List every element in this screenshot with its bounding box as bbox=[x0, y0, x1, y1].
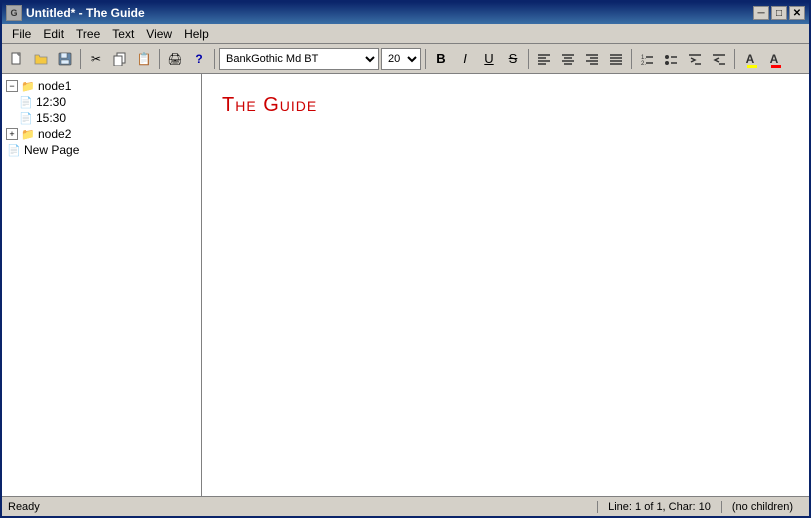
menu-edit[interactable]: Edit bbox=[37, 25, 70, 43]
status-ready: Ready bbox=[8, 501, 597, 513]
svg-text:2.: 2. bbox=[641, 61, 646, 65]
menu-tree[interactable]: Tree bbox=[70, 25, 106, 43]
statusbar: Ready Line: 1 of 1, Char: 10 (no childre… bbox=[2, 496, 809, 516]
outdent-button[interactable] bbox=[708, 48, 730, 70]
ordered-list-button[interactable]: 1.2. bbox=[636, 48, 658, 70]
tree-toggle-node2[interactable]: + bbox=[6, 128, 18, 140]
tree-item-newpage[interactable]: 📄 New Page bbox=[2, 142, 201, 158]
tree-toggle-node1[interactable]: − bbox=[6, 80, 18, 92]
maximize-button[interactable]: □ bbox=[771, 6, 787, 20]
bold-button[interactable]: B bbox=[430, 48, 452, 70]
separator-4 bbox=[425, 49, 426, 69]
separator-1 bbox=[80, 49, 81, 69]
editor-content[interactable]: The Guide bbox=[222, 94, 789, 494]
strikethrough-button[interactable]: S bbox=[502, 48, 524, 70]
help-button[interactable]: ? bbox=[188, 48, 210, 70]
separator-6 bbox=[631, 49, 632, 69]
copy-button[interactable] bbox=[109, 48, 131, 70]
tree-label-newpage: New Page bbox=[24, 143, 79, 157]
separator-7 bbox=[734, 49, 735, 69]
font-color-button[interactable]: A bbox=[763, 48, 785, 70]
print-button[interactable]: 🖨 bbox=[164, 48, 186, 70]
page-icon-1230: 📄 bbox=[18, 95, 34, 109]
editor-title: The Guide bbox=[222, 94, 317, 116]
menubar: File Edit Tree Text View Help bbox=[2, 24, 809, 44]
separator-2 bbox=[159, 49, 160, 69]
new-button[interactable] bbox=[6, 48, 28, 70]
tree-item-1230[interactable]: 📄 12:30 bbox=[2, 94, 201, 110]
save-button[interactable] bbox=[54, 48, 76, 70]
status-children-info: (no children) bbox=[721, 501, 803, 513]
status-line-info: Line: 1 of 1, Char: 10 bbox=[597, 501, 721, 513]
tree-panel: − 📁 node1 📄 12:30 📄 15:30 + 📁 node bbox=[2, 74, 202, 496]
page-icon-1530: 📄 bbox=[18, 111, 34, 125]
titlebar-buttons: ─ □ ✕ bbox=[753, 6, 805, 20]
align-right-button[interactable] bbox=[581, 48, 603, 70]
menu-text[interactable]: Text bbox=[106, 25, 140, 43]
menu-help[interactable]: Help bbox=[178, 25, 215, 43]
tree-label-1530: 15:30 bbox=[36, 111, 66, 125]
minimize-button[interactable]: ─ bbox=[753, 6, 769, 20]
editor-area[interactable]: The Guide bbox=[202, 74, 809, 496]
align-justify-button[interactable] bbox=[605, 48, 627, 70]
titlebar-left: G Untitled* - The Guide bbox=[6, 5, 145, 21]
page-icon-newpage: 📄 bbox=[6, 143, 22, 157]
cut-button[interactable]: ✂ bbox=[85, 48, 107, 70]
font-size-selector[interactable]: 20 8 10 12 14 16 18 24 bbox=[381, 48, 421, 70]
italic-button[interactable]: I bbox=[454, 48, 476, 70]
separator-5 bbox=[528, 49, 529, 69]
close-button[interactable]: ✕ bbox=[789, 6, 805, 20]
open-button[interactable] bbox=[30, 48, 52, 70]
window-title: Untitled* - The Guide bbox=[26, 6, 145, 20]
menu-file[interactable]: File bbox=[6, 25, 37, 43]
align-left-button[interactable] bbox=[533, 48, 555, 70]
tree-item-1530[interactable]: 📄 15:30 bbox=[2, 110, 201, 126]
separator-3 bbox=[214, 49, 215, 69]
tree-label-1230: 12:30 bbox=[36, 95, 66, 109]
toolbar: ✂ 📋 🖨 ? BankGothic Md BT 20 8 10 12 14 1… bbox=[2, 44, 809, 74]
indent-button[interactable] bbox=[684, 48, 706, 70]
main-window: G Untitled* - The Guide ─ □ ✕ File Edit … bbox=[0, 0, 811, 518]
unordered-list-button[interactable] bbox=[660, 48, 682, 70]
folder-icon-node2: 📁 bbox=[20, 127, 36, 141]
titlebar: G Untitled* - The Guide ─ □ ✕ bbox=[2, 2, 809, 24]
app-icon: G bbox=[6, 5, 22, 21]
paste-button[interactable]: 📋 bbox=[133, 48, 155, 70]
highlight-button[interactable]: A bbox=[739, 48, 761, 70]
underline-button[interactable]: U bbox=[478, 48, 500, 70]
tree-item-node2[interactable]: + 📁 node2 bbox=[2, 126, 201, 142]
menu-view[interactable]: View bbox=[140, 25, 178, 43]
tree-label-node1: node1 bbox=[38, 79, 71, 93]
tree-item-node1[interactable]: − 📁 node1 bbox=[2, 78, 201, 94]
font-selector[interactable]: BankGothic Md BT bbox=[219, 48, 379, 70]
folder-icon-node1: 📁 bbox=[20, 79, 36, 93]
main-area: − 📁 node1 📄 12:30 📄 15:30 + 📁 node bbox=[2, 74, 809, 496]
align-center-button[interactable] bbox=[557, 48, 579, 70]
tree-label-node2: node2 bbox=[38, 127, 71, 141]
